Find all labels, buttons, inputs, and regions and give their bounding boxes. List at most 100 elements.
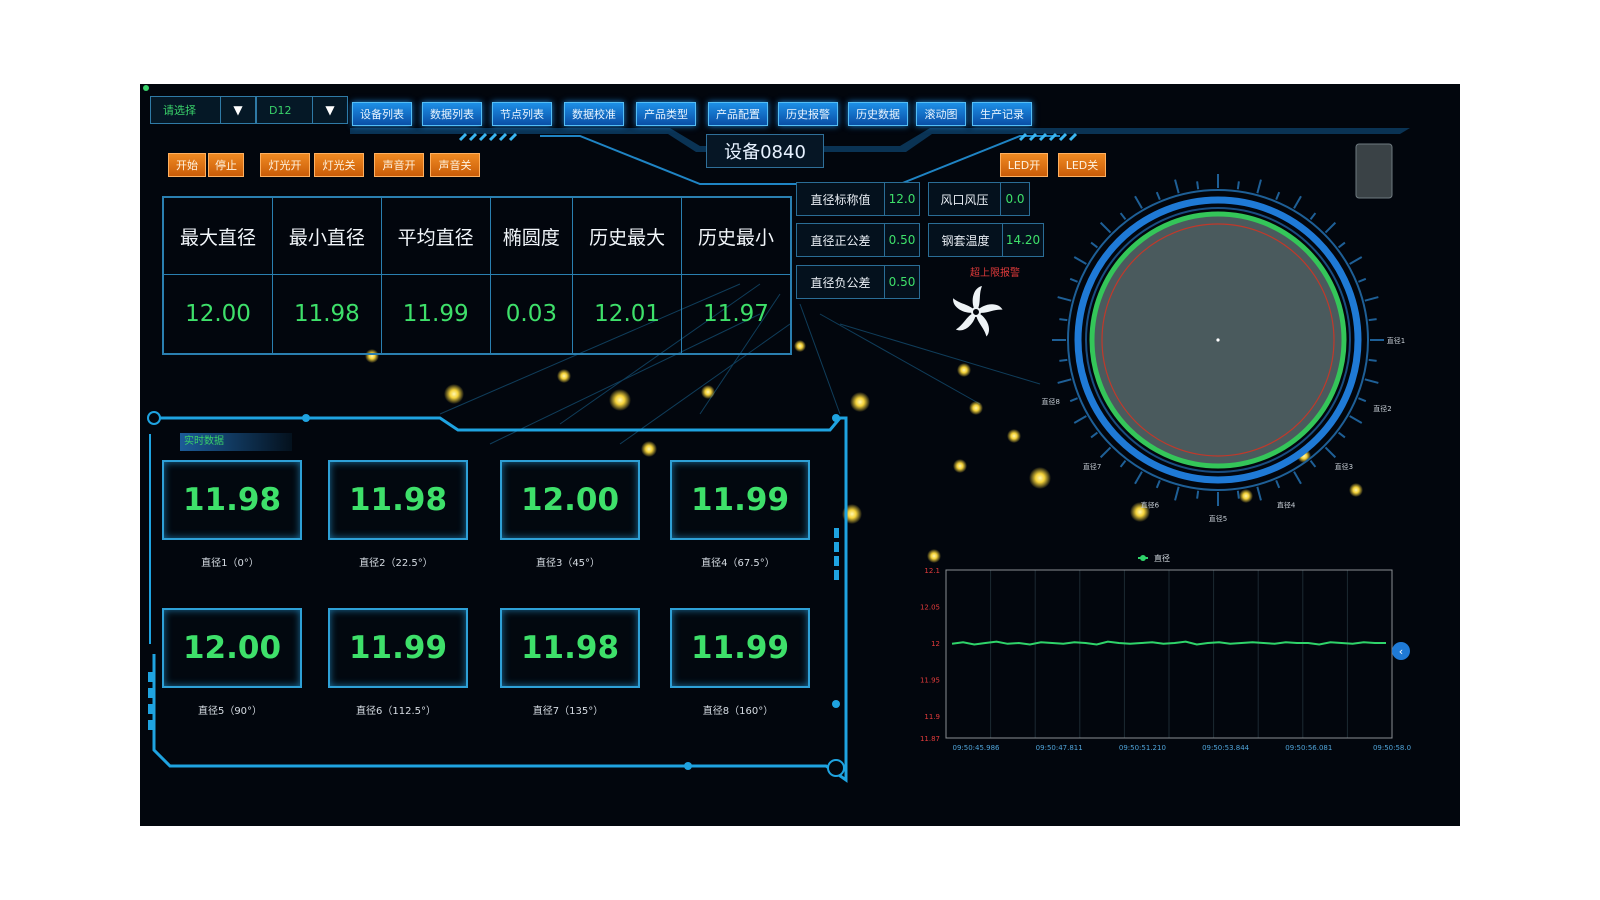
chart-y-ticks: 12.1 12.05 12 11.95 11.9 11.87 — [920, 567, 940, 743]
nav-calibration-button[interactable]: 数据校准 — [564, 102, 624, 126]
chart-x-tick-label: 09:50:58.0 — [1373, 744, 1411, 752]
stop-button[interactable]: 停止 — [208, 153, 244, 177]
gauge-label: 直径4 — [1277, 500, 1296, 509]
gauge-label: 直径7 — [1083, 462, 1101, 471]
nav-scroll-chart-button[interactable]: 滚动图 — [916, 102, 966, 126]
chart-y-tick-label: 12.05 — [920, 604, 940, 612]
light-on-button[interactable]: 灯光开 — [260, 153, 310, 177]
gauge-tick — [1293, 471, 1302, 485]
diameter-tile-4: 11.99 — [670, 460, 810, 540]
gauge-tick — [1119, 212, 1127, 221]
workshop-selector-value: 请选择 — [163, 104, 196, 117]
avg-diameter-value: 11.99 — [380, 274, 491, 355]
gauge-tick — [1337, 431, 1346, 439]
diameter-line-chart: 直径 12.1 12.05 12 11.95 11.9 11.87 09:50:45.98… — [920, 553, 1411, 752]
min-diameter-value: 11.98 — [271, 274, 382, 355]
diameter-tile-1: 11.98 — [162, 460, 302, 540]
diameter-label-1: 直径1（0°） — [201, 558, 259, 569]
chart-x-tick-label: 09:50:47.811 — [1036, 744, 1083, 752]
param-positive-tolerance: 直径正公差 0.50 — [796, 223, 920, 257]
chart-x-tick-label: 09:50:53.844 — [1202, 744, 1250, 752]
device-selector[interactable]: D12 ▼ — [256, 96, 348, 124]
diameter-tile-5: 12.00 — [162, 608, 302, 688]
diameter-gauge: 直径1 直径2 直径3 直径4 直径5 直径6 直径7 直径8 — [1042, 174, 1405, 523]
nav-device-list-button[interactable]: 设备列表 — [352, 102, 412, 126]
diameter-label-4: 直径4（67.5°） — [701, 558, 775, 569]
diameter-label-8: 直径8（160°） — [702, 706, 774, 717]
gauge-tick — [1134, 471, 1143, 485]
nav-production-record-button[interactable]: 生产记录 — [972, 102, 1032, 126]
sound-off-button[interactable]: 声音关 — [430, 153, 480, 177]
header-history-min: 历史最小 — [681, 196, 792, 275]
diameter-label-7: 直径7（135°） — [532, 706, 604, 717]
gauge-tick — [1057, 296, 1072, 302]
gauge-tick — [1174, 486, 1180, 501]
table-row: 12.00 11.98 11.99 0.03 12.01 11.97 — [162, 274, 792, 355]
chart-y-tick-label: 11.87 — [920, 735, 940, 743]
gauge-tick — [1069, 277, 1078, 283]
nav-product-config-button[interactable]: 产品配置 — [708, 102, 768, 126]
chevron-left-icon[interactable]: ‹ — [1392, 642, 1410, 660]
param-label: 直径正公差 — [797, 224, 885, 256]
chart-x-tick-label: 09:50:45.986 — [952, 744, 1000, 752]
gauge-tick — [1364, 296, 1379, 302]
diameter-label-5: 直径5（90°） — [197, 706, 263, 717]
chevron-down-icon[interactable]: ▼ — [312, 97, 347, 123]
gauge-label: 直径8 — [1042, 397, 1060, 406]
header-history-max: 历史最大 — [572, 196, 682, 275]
chart-y-tick-label: 12 — [931, 640, 940, 648]
gauge-tick — [1155, 480, 1161, 489]
gauge-tick — [1174, 179, 1180, 194]
table-header-row: 最大直径 最小直径 平均直径 椭圆度 历史最大 历史最小 — [162, 196, 792, 275]
gauge-tick — [1309, 459, 1317, 468]
gauge-label: 直径3 — [1335, 462, 1353, 471]
ovality-value: 0.03 — [489, 274, 574, 355]
param-label: 直径负公差 — [797, 266, 885, 298]
sound-on-button[interactable]: 声音开 — [374, 153, 424, 177]
gauge-tick — [1364, 378, 1379, 384]
gauge-tick — [1073, 415, 1087, 424]
header-min-diameter: 最小直径 — [271, 196, 382, 275]
device-title: 设备0840 — [706, 134, 824, 168]
gauge-label: 直径1 — [1387, 336, 1405, 345]
chevron-down-icon[interactable]: ▼ — [220, 97, 255, 123]
chart-y-tick-label: 11.9 — [924, 713, 940, 721]
nav-alarm-history-button[interactable]: 历史报警 — [778, 102, 838, 126]
param-label: 钢套温度 — [929, 224, 1003, 256]
nav-product-type-button[interactable]: 产品类型 — [636, 102, 696, 126]
gauge-tick — [1119, 459, 1127, 468]
chart-x-tick-label: 09:50:56.081 — [1285, 744, 1332, 752]
param-negative-tolerance: 直径负公差 0.50 — [796, 265, 920, 299]
gauge-tick — [1368, 358, 1377, 362]
history-max-value: 12.01 — [572, 274, 682, 355]
gauge-tick — [1059, 358, 1068, 362]
gauge-tick — [1349, 256, 1363, 265]
gauge-tick — [1275, 191, 1281, 200]
gauge-tick — [1275, 480, 1281, 489]
nav-data-list-button[interactable]: 数据列表 — [422, 102, 482, 126]
diameter-label-2: 直径2（22.5°） — [359, 558, 433, 569]
param-value: 12.0 — [888, 192, 916, 206]
gauge-label: 直径5 — [1209, 514, 1227, 523]
diameter-tile-8: 11.99 — [670, 608, 810, 688]
diameter-tile-3: 12.00 — [500, 460, 640, 540]
gauge-tick — [1134, 195, 1143, 209]
nav-history-data-button[interactable]: 历史数据 — [848, 102, 908, 126]
gauge-tick — [1099, 221, 1112, 234]
diameter-tile-6: 11.99 — [328, 608, 468, 688]
workshop-selector[interactable]: 请选择 ▼ — [150, 96, 256, 124]
chart-x-tick-label: 09:50:51.210 — [1119, 744, 1166, 752]
legend-label: 直径 — [1154, 553, 1170, 563]
max-diameter-value: 12.00 — [162, 274, 273, 355]
start-button[interactable]: 开始 — [168, 153, 206, 177]
realtime-data-tag: 实时数据 — [180, 433, 292, 451]
diameter-label-6: 直径6（112.5°） — [356, 706, 436, 717]
gauge-tick — [1368, 318, 1377, 322]
light-off-button[interactable]: 灯光关 — [314, 153, 364, 177]
nav-node-list-button[interactable]: 节点列表 — [492, 102, 552, 126]
gauge-tick — [1236, 181, 1240, 190]
gauge-tick — [1324, 446, 1337, 459]
param-value: 0.50 — [888, 275, 916, 289]
gauge-tick — [1293, 195, 1302, 209]
gauge-tick — [1099, 446, 1112, 459]
